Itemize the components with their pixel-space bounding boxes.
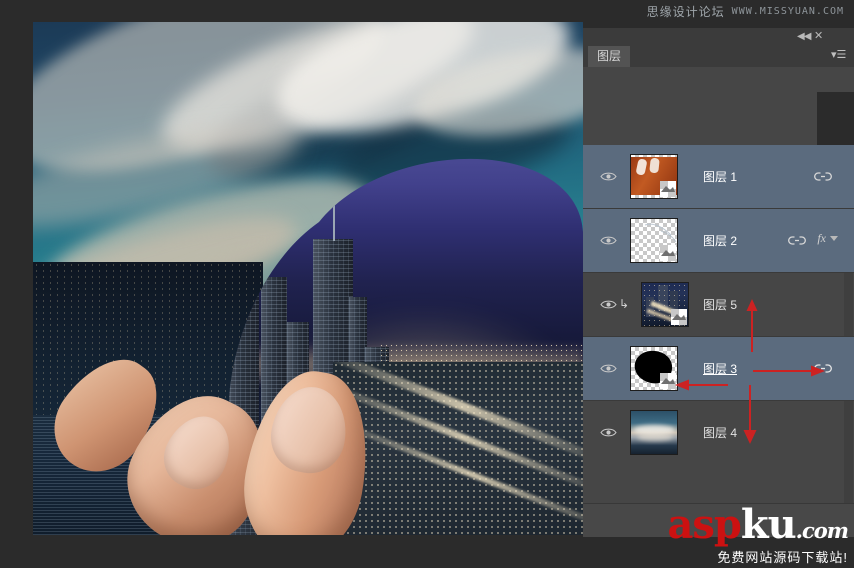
watermark-bottom-sub: 免费网站源码下载站!: [717, 550, 848, 565]
photoshop-workspace: [0, 0, 583, 568]
layer-name[interactable]: 图层 2: [703, 232, 737, 249]
eye-visibility-icon[interactable]: [600, 361, 617, 373]
close-panel-icon[interactable]: ✕: [814, 31, 823, 42]
aspku-logo: aspku.com: [667, 505, 849, 549]
layer-list[interactable]: 图层 1 图层 2 fx ↳ 图层 5 图层 3 图层 4: [583, 145, 854, 503]
clipping-mask-icon: ↳: [619, 297, 630, 311]
link-layers-icon[interactable]: [814, 169, 832, 187]
layer-row-4[interactable]: 图层 4: [583, 401, 854, 465]
layer-row-2[interactable]: 图层 2 fx: [583, 209, 854, 273]
link-layers-icon[interactable]: [814, 361, 832, 379]
layer-thumbnail-city[interactable]: [641, 282, 689, 327]
layer-thumbnail-sky[interactable]: [630, 410, 678, 455]
cloud: [637, 433, 673, 441]
layer-row-5[interactable]: ↳ 图层 5: [583, 273, 854, 337]
fingernail: [153, 405, 242, 499]
watermark-top-cn: 思缘设计论坛: [646, 5, 725, 19]
watermark-top: 思缘设计论坛 WWW.MISSYUAN.COM: [647, 3, 844, 20]
tab-layers[interactable]: 图层: [588, 46, 631, 67]
layer-mask-thumbnail[interactable]: [660, 373, 676, 389]
right-city-block: [333, 362, 583, 535]
blend-opacity-row: 正常 ▲▼ 不透明度： 100% ▾: [583, 92, 854, 115]
eye-visibility-icon[interactable]: [600, 169, 617, 181]
link-layers-icon[interactable]: [788, 233, 806, 251]
layer-name[interactable]: 图层 4: [703, 424, 737, 441]
layer-thumbnail-transparent[interactable]: [630, 218, 678, 263]
expand-effects-icon[interactable]: [830, 236, 838, 241]
layer-mask-thumbnail[interactable]: [660, 245, 676, 261]
fingernail: [265, 381, 354, 479]
layer-name[interactable]: 图层 1: [703, 168, 737, 185]
panel-menu-icon[interactable]: ▾☰: [831, 50, 846, 61]
watermark-bottom: aspku.com 免费网站源码下载站!: [667, 505, 849, 566]
watermark-top-en: WWW.MISSYUAN.COM: [731, 6, 844, 17]
eye-visibility-icon[interactable]: [600, 297, 617, 309]
layer-filter-row: 类型 ▲▼: [583, 67, 854, 92]
lock-fill-row: 锁定： 填充： 100% ▾: [583, 116, 854, 140]
layer-thumbnail-hand[interactable]: [630, 154, 678, 199]
layer-mask-thumbnail[interactable]: [671, 309, 687, 325]
logo-ku: ku: [740, 501, 797, 548]
layer-thumbnail-black-shape[interactable]: [630, 346, 678, 391]
layer-name[interactable]: 图层 5: [703, 296, 737, 313]
city-lights: [333, 362, 583, 535]
logo-dotcom: .com: [795, 518, 849, 543]
eye-visibility-icon[interactable]: [600, 425, 617, 437]
layer-effects-fx-icon[interactable]: fx: [817, 231, 826, 246]
layer-row-3[interactable]: 图层 3: [583, 337, 854, 401]
layer-mask-thumbnail[interactable]: [660, 181, 676, 197]
image-canvas[interactable]: [33, 22, 583, 535]
layer-row-1[interactable]: 图层 1: [583, 145, 854, 209]
logo-asp: asp: [667, 501, 741, 548]
eye-visibility-icon[interactable]: [600, 233, 617, 245]
layer-name[interactable]: 图层 3: [703, 360, 737, 377]
collapse-panel-icon[interactable]: ◀◀: [797, 31, 811, 42]
